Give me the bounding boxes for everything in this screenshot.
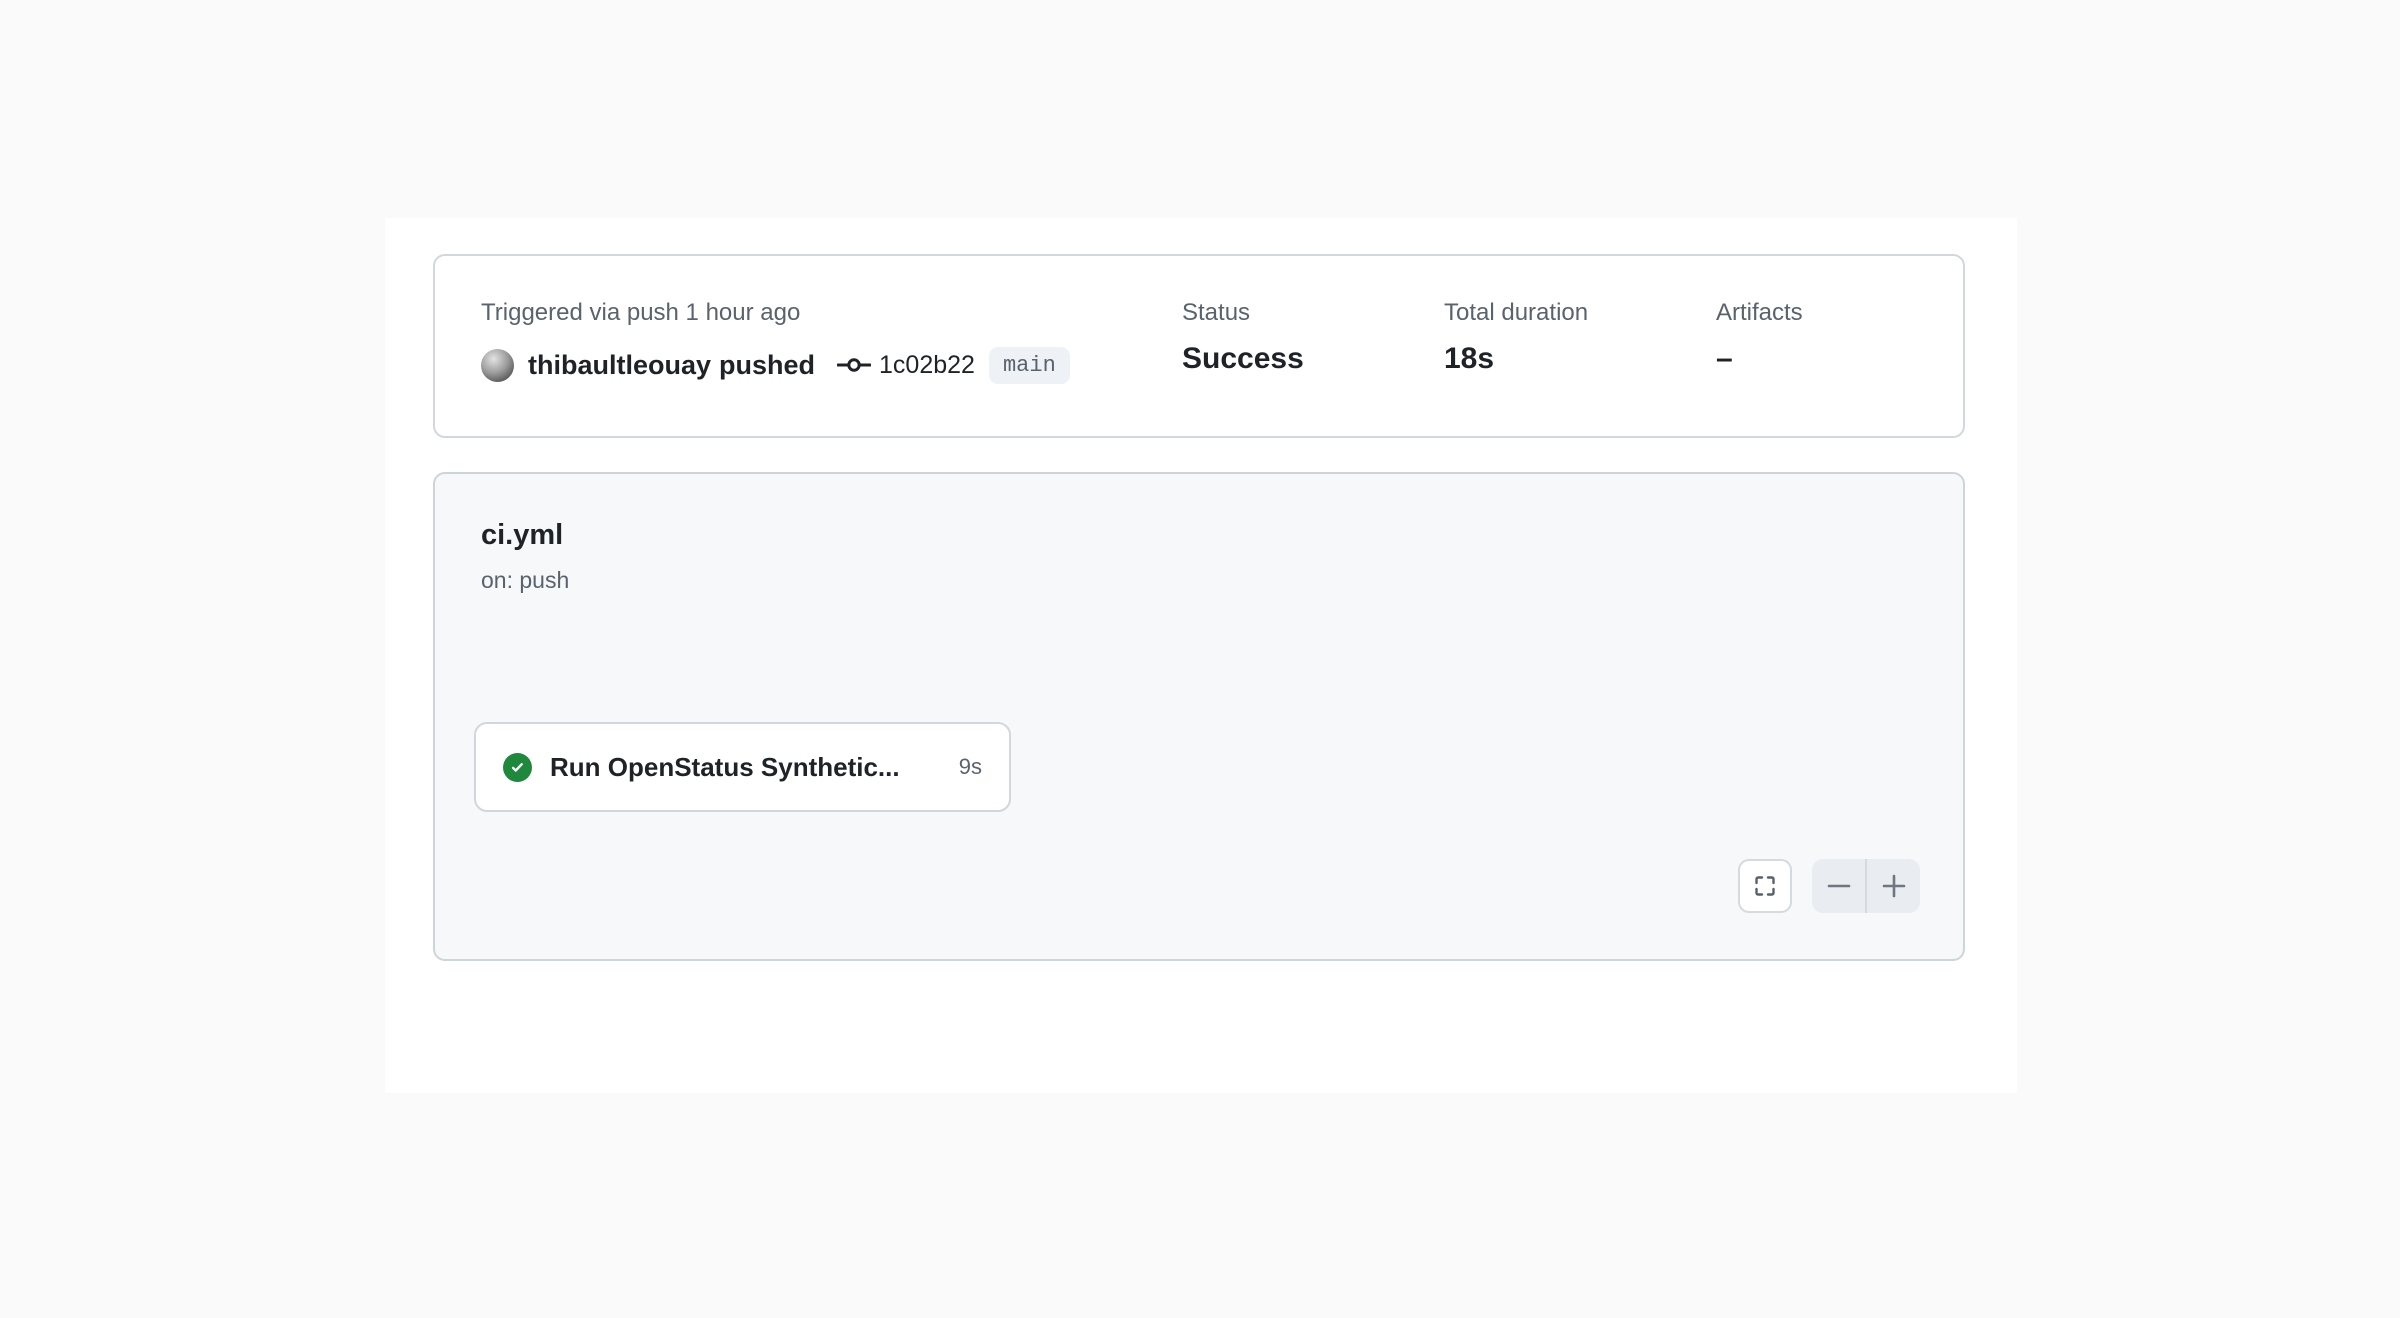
screen-full-icon [1753, 874, 1777, 898]
fullscreen-button[interactable] [1738, 859, 1792, 913]
run-summary-card: Triggered via push 1 hour ago thibaultle… [433, 254, 1965, 438]
total-duration-column: Total duration 18s [1444, 298, 1716, 436]
zoom-control-group [1812, 859, 1920, 913]
status-value: Success [1182, 342, 1444, 376]
job-node[interactable]: Run OpenStatus Synthetic... 9s [474, 722, 1011, 812]
artifacts-column: Artifacts – [1716, 298, 1917, 436]
page: Triggered via push 1 hour ago thibaultle… [0, 0, 2400, 1318]
trigger-block: Triggered via push 1 hour ago thibaultle… [481, 298, 1182, 436]
branch-badge[interactable]: main [989, 347, 1070, 384]
plus-icon [1881, 873, 1907, 899]
workflow-graph-card: ci.yml on: push Run OpenStatus Synthetic… [433, 472, 1965, 961]
git-commit-icon [837, 355, 871, 375]
total-duration-label: Total duration [1444, 298, 1716, 328]
check-circle-icon [503, 753, 532, 782]
actor-action-label: pushed [719, 350, 815, 381]
zoom-in-button[interactable] [1867, 859, 1920, 913]
minus-icon [1826, 873, 1852, 899]
actor-name-link[interactable]: thibaultleouay [528, 350, 711, 381]
zoom-out-button[interactable] [1812, 859, 1865, 913]
workflow-file-name: ci.yml [481, 518, 563, 552]
job-name: Run OpenStatus Synthetic... [550, 752, 900, 783]
artifacts-value: – [1716, 342, 1917, 376]
total-duration-value: 18s [1444, 342, 1716, 376]
status-label: Status [1182, 298, 1444, 328]
workflow-trigger-label: on: push [481, 566, 569, 594]
status-column: Status Success [1182, 298, 1444, 436]
commit-sha-link[interactable]: 1c02b22 [879, 351, 975, 380]
trigger-row: thibaultleouay pushed 1c02b22 main [481, 345, 1182, 385]
content-surface: Triggered via push 1 hour ago thibaultle… [385, 218, 2017, 1093]
trigger-label: Triggered via push 1 hour ago [481, 298, 1182, 328]
avatar[interactable] [481, 349, 514, 382]
artifacts-label: Artifacts [1716, 298, 1917, 328]
graph-controls [1738, 859, 1920, 913]
job-duration: 9s [959, 754, 982, 780]
